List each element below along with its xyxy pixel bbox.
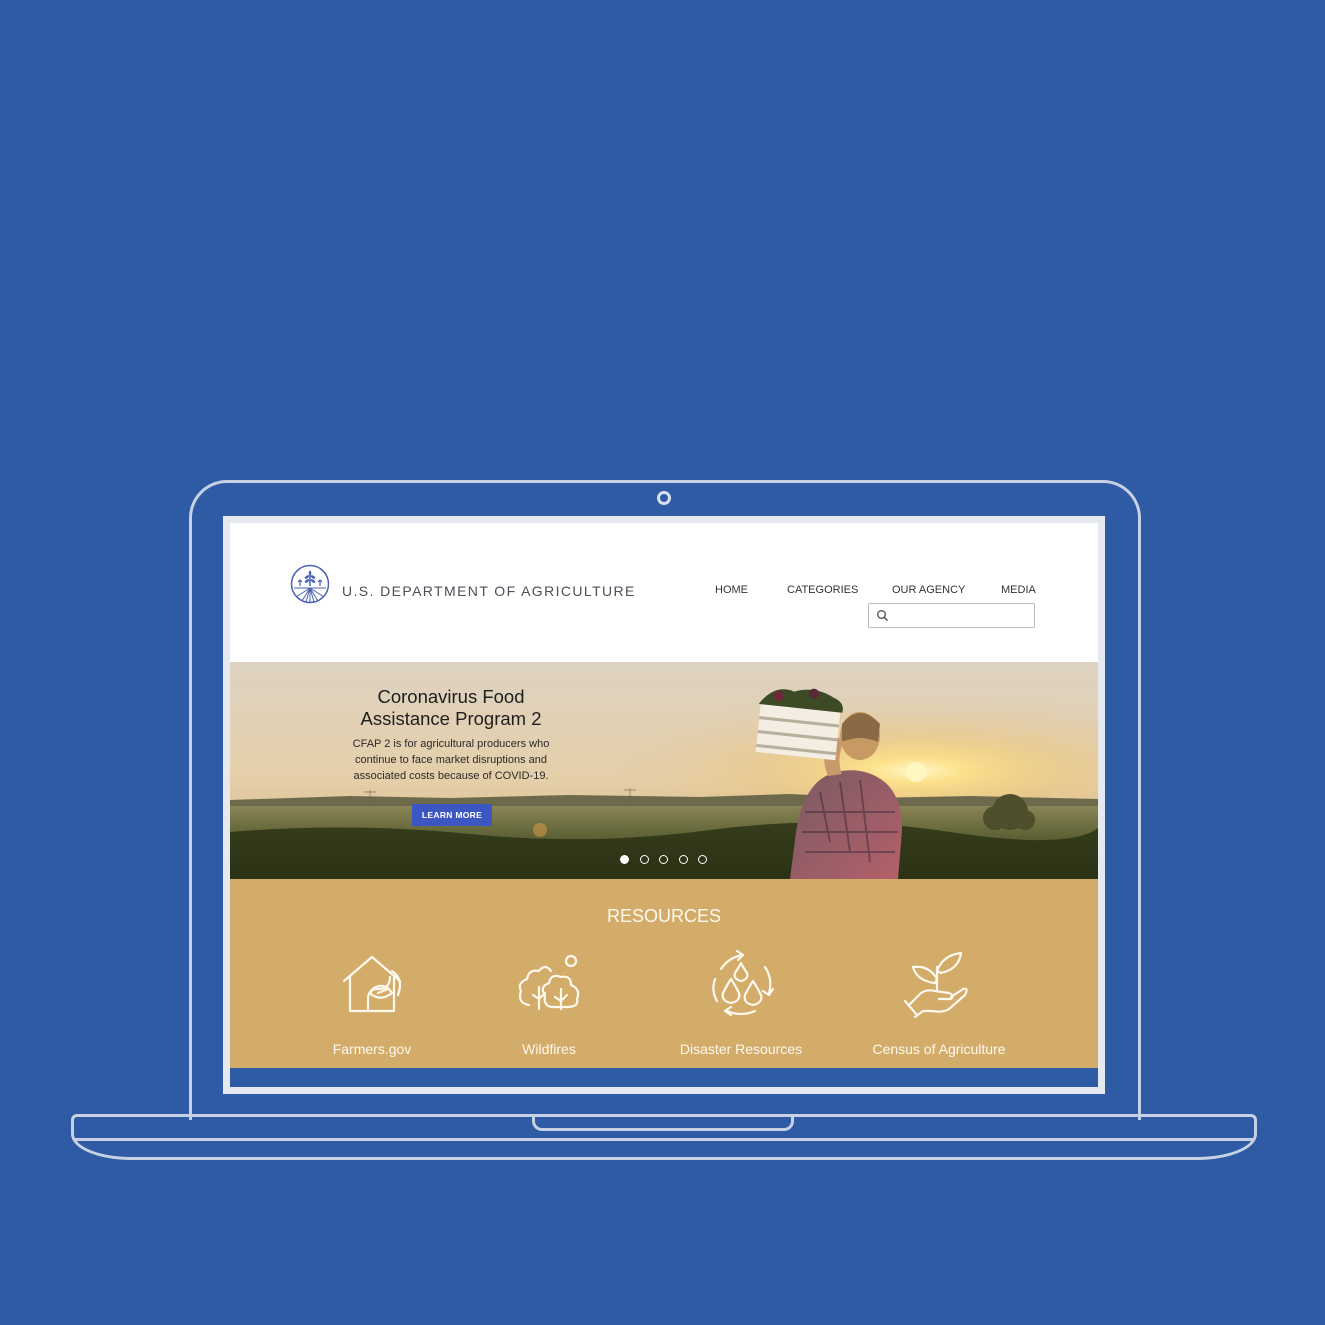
resource-label: Farmers.gov (332, 1041, 412, 1057)
search-icon (877, 610, 889, 622)
carousel-dot-4[interactable] (678, 855, 688, 864)
main-nav: HOME CATEGORIES OUR AGENCY MEDIA (230, 584, 1098, 600)
learn-more-button[interactable]: LEARN MORE (412, 804, 492, 826)
carousel-dot-1[interactable] (620, 855, 629, 864)
carousel-dot-5[interactable] (698, 855, 707, 864)
carousel-dot-3[interactable] (659, 855, 668, 864)
resources-section: RESOURCES Farmers.gov Wildfires Disaster… (230, 879, 1098, 1068)
website: U.S. DEPARTMENT OF AGRICULTURE HOME CATE… (230, 523, 1098, 1087)
laptop-base-edge (73, 1138, 1255, 1141)
resource-census-of-agriculture[interactable]: Census of Agriculture (849, 949, 1029, 1059)
laptop-notch (532, 1114, 794, 1131)
hand-plant-icon (903, 951, 968, 1019)
resources-title: RESOURCES (606, 906, 722, 926)
house-leaf-icon (342, 955, 402, 1013)
search-box[interactable] (868, 603, 1035, 628)
nav-our-agency[interactable]: OUR AGENCY (892, 584, 965, 596)
resource-wildfires[interactable]: Wildfires (459, 949, 639, 1059)
resource-label: Census of Agriculture (872, 1041, 1006, 1057)
search-input[interactable] (893, 607, 1029, 624)
hero-carousel: Coronavirus Food Assistance Program 2 CF… (230, 662, 1098, 879)
hero-description: CFAP 2 is for agricultural producers who… (352, 738, 550, 782)
resource-label: Disaster Resources (679, 1041, 803, 1057)
resource-label: Wildfires (522, 1041, 576, 1057)
water-cycle-icon (712, 949, 775, 1017)
footer-bar (230, 1068, 1098, 1087)
site-header: U.S. DEPARTMENT OF AGRICULTURE HOME CATE… (230, 523, 1098, 662)
carousel-dots (620, 855, 712, 865)
resource-disaster-resources[interactable]: Disaster Resources (651, 949, 831, 1059)
trees-icon (518, 954, 580, 1011)
carousel-dot-2[interactable] (639, 855, 649, 864)
nav-categories[interactable]: CATEGORIES (787, 584, 858, 596)
nav-media[interactable]: MEDIA (1001, 584, 1036, 596)
hero-title: Coronavirus Food Assistance Program 2 (360, 686, 542, 729)
nav-home[interactable]: HOME (715, 584, 748, 596)
camera-icon (657, 491, 671, 505)
laptop-screen: U.S. DEPARTMENT OF AGRICULTURE HOME CATE… (223, 516, 1105, 1094)
resource-farmers-gov[interactable]: Farmers.gov (282, 949, 462, 1059)
